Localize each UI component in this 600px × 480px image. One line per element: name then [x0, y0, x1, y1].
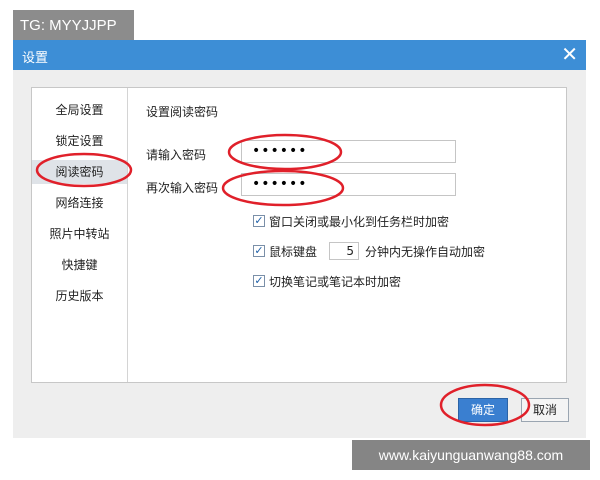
sidebar-item-shortcuts[interactable]: 快捷键: [32, 253, 127, 277]
confirm-password-label: 再次输入密码: [146, 181, 219, 195]
password-field[interactable]: ••••••: [241, 140, 456, 163]
settings-sidebar: 全局设置 锁定设置 阅读密码 网络连接 照片中转站 快捷键 历史版本: [32, 88, 128, 382]
idle-option-label-after: 分钟内无操作自动加密: [365, 244, 486, 259]
dialog-titlebar: 设置 ✕: [13, 40, 586, 70]
cancel-button[interactable]: 取消: [521, 398, 569, 422]
sidebar-item-global[interactable]: 全局设置: [32, 98, 127, 122]
checkmark-icon: ✓: [254, 214, 264, 227]
checkmark-icon: ✓: [254, 274, 264, 287]
sidebar-item-photo-transfer[interactable]: 照片中转站: [32, 222, 127, 246]
switch-option-label: 切换笔记或笔记本时加密: [269, 274, 402, 289]
watermark-label: www.kaiyunguanwang88.com: [352, 440, 590, 470]
tag-label: TG: MYYJJPP: [13, 10, 134, 40]
option-switch: ✓ 切换笔记或笔记本时加密: [253, 273, 401, 289]
idle-minutes-input[interactable]: 5: [329, 242, 360, 260]
checkmark-icon: ✓: [254, 244, 264, 257]
minimize-checkbox[interactable]: ✓: [253, 215, 265, 227]
minimize-option-label: 窗口关闭或最小化到任务栏时加密: [269, 214, 450, 229]
idle-checkbox[interactable]: ✓: [253, 245, 265, 257]
dialog-title: 设置: [22, 51, 49, 66]
option-minimize: ✓ 窗口关闭或最小化到任务栏时加密: [253, 213, 449, 229]
sidebar-item-read-password[interactable]: 阅读密码: [32, 160, 127, 184]
option-idle: ✓ 鼠标键盘 5 分钟内无操作自动加密: [253, 242, 486, 260]
settings-dialog: 设置 ✕ 全局设置 锁定设置 阅读密码 网络连接 照片中转站 快捷键 历史版本 …: [13, 40, 586, 438]
idle-option-label-before: 鼠标键盘: [269, 244, 318, 259]
ok-button[interactable]: 确定: [458, 398, 508, 422]
switch-checkbox[interactable]: ✓: [253, 275, 265, 287]
sidebar-item-history[interactable]: 历史版本: [32, 284, 127, 308]
sidebar-item-lock[interactable]: 锁定设置: [32, 129, 127, 153]
section-title: 设置阅读密码: [146, 105, 219, 119]
sidebar-item-network[interactable]: 网络连接: [32, 191, 127, 215]
confirm-password-field[interactable]: ••••••: [241, 173, 456, 196]
password-label: 请输入密码: [146, 148, 207, 162]
close-icon[interactable]: ✕: [561, 42, 578, 66]
settings-panel: 全局设置 锁定设置 阅读密码 网络连接 照片中转站 快捷键 历史版本 设置阅读密…: [31, 87, 567, 383]
